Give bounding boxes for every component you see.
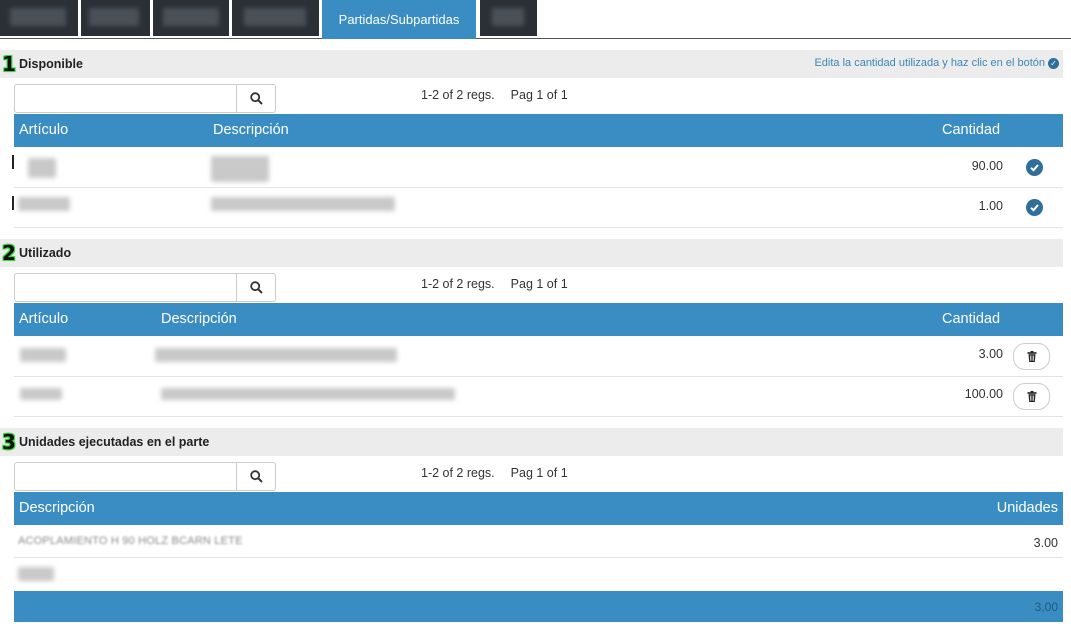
section-number: 1	[2, 52, 16, 76]
search-icon	[249, 92, 263, 105]
table-row: 100.00	[14, 377, 1063, 417]
search-button[interactable]	[237, 463, 275, 490]
tab-blurred-5[interactable]	[480, 0, 537, 36]
table-row: ACOPLAMIENTO H 90 HOLZ BCARN LETE 3.00	[14, 526, 1063, 558]
table-footer: 3,00	[14, 591, 1063, 622]
blurred-articulo	[20, 348, 66, 362]
table-header: Artículo Descripción Cantidad	[14, 303, 1063, 336]
table-row: 90.00	[12, 148, 1063, 188]
tab-partidas-subpartidas[interactable]: Partidas/Subpartidas	[322, 0, 476, 39]
search-icon	[249, 281, 263, 294]
section-title: Unidades ejecutadas en el parte	[19, 435, 210, 449]
section-header-unidades: 3 Unidades ejecutadas en el parte	[0, 428, 1063, 456]
trash-icon	[1027, 391, 1036, 402]
table-row	[14, 558, 1063, 591]
section-number: 3	[2, 430, 16, 454]
blurred-articulo	[20, 388, 62, 400]
search-input[interactable]	[15, 274, 237, 301]
blurred-articulo	[18, 197, 70, 211]
cantidad-value: 3.00	[978, 347, 1003, 361]
tab-blurred-3[interactable]	[153, 0, 229, 36]
column-unidades[interactable]: Unidades	[997, 500, 1058, 516]
table-header: Descripción Unidades	[14, 492, 1063, 525]
tab-bar: Partidas/Subpartidas	[0, 0, 1071, 39]
hint-text: Edita la cantidad utilizada y haz clic e…	[814, 57, 1045, 69]
tab-blurred-4[interactable]	[232, 0, 319, 36]
column-cantidad[interactable]: Cantidad	[942, 122, 1000, 138]
cantidad-value: 1.00	[978, 199, 1003, 213]
section-title: Utilizado	[19, 246, 72, 260]
row-marker	[12, 155, 14, 169]
table-row: 3.00	[14, 337, 1063, 377]
pager-regs: 1-2 of 2 regs.	[421, 277, 495, 291]
check-circle-icon	[1030, 164, 1039, 172]
column-descripcion[interactable]: Descripción	[213, 122, 289, 138]
section-title: Disponible	[19, 57, 83, 71]
check-circle-icon	[1030, 204, 1039, 212]
apply-button[interactable]	[1026, 159, 1043, 176]
tab-blurred-2[interactable]	[81, 0, 150, 36]
section-hint: Edita la cantidad utilizada y haz clic e…	[814, 57, 1059, 69]
column-descripcion[interactable]: Descripción	[19, 500, 95, 516]
column-descripcion[interactable]: Descripción	[161, 311, 237, 327]
blurred-articulo	[28, 158, 56, 178]
delete-button[interactable]	[1013, 343, 1050, 370]
cantidad-value: 90.00	[971, 159, 1003, 173]
blurred-descripcion	[155, 348, 397, 362]
pager-regs: 1-2 of 2 regs.	[421, 466, 495, 480]
search-icon	[249, 470, 263, 483]
footer-total: 3,00	[1034, 600, 1058, 614]
blurred-descripcion	[211, 156, 269, 182]
section-header-disponible: 1 Disponible Edita la cantidad utilizada…	[0, 50, 1063, 78]
search-group-disponible	[14, 84, 276, 113]
search-group-unidades	[14, 462, 276, 491]
column-cantidad[interactable]: Cantidad	[942, 311, 1000, 327]
search-input[interactable]	[15, 85, 237, 112]
pager-regs: 1-2 of 2 regs.	[421, 88, 495, 102]
check-circle-icon: ✓	[1048, 57, 1059, 69]
trash-icon	[1027, 351, 1036, 362]
blurred-descripcion	[211, 197, 395, 211]
tab-blurred-1[interactable]	[0, 0, 78, 36]
blurred-descripcion	[18, 567, 54, 581]
cantidad-value: 100.00	[964, 387, 1003, 401]
search-input[interactable]	[15, 463, 237, 490]
pager-page: Pag 1 of 1	[510, 466, 568, 480]
section-header-utilizado: 2 Utilizado	[0, 239, 1063, 267]
pager-page: Pag 1 of 1	[510, 277, 568, 291]
section-number: 2	[2, 241, 16, 265]
pager: 1-2 of 2 regs. Pag 1 of 1	[421, 88, 584, 102]
delete-button[interactable]	[1013, 383, 1050, 410]
blurred-descripcion	[161, 388, 455, 400]
descripcion-value: ACOPLAMIENTO H 90 HOLZ BCARN LETE	[18, 535, 243, 547]
row-marker	[12, 196, 14, 210]
column-articulo[interactable]: Artículo	[19, 122, 68, 138]
apply-button[interactable]	[1026, 199, 1043, 216]
table-header: Artículo Descripción Cantidad	[14, 114, 1063, 147]
pager: 1-2 of 2 regs. Pag 1 of 1	[421, 277, 584, 291]
table-row: 1.00	[12, 188, 1063, 228]
search-button[interactable]	[237, 274, 275, 301]
column-articulo[interactable]: Artículo	[19, 311, 68, 327]
pager-page: Pag 1 of 1	[510, 88, 568, 102]
search-button[interactable]	[237, 85, 275, 112]
pager: 1-2 of 2 regs. Pag 1 of 1	[421, 466, 584, 480]
unidades-value: 3.00	[1033, 536, 1058, 550]
search-group-utilizado	[14, 273, 276, 302]
